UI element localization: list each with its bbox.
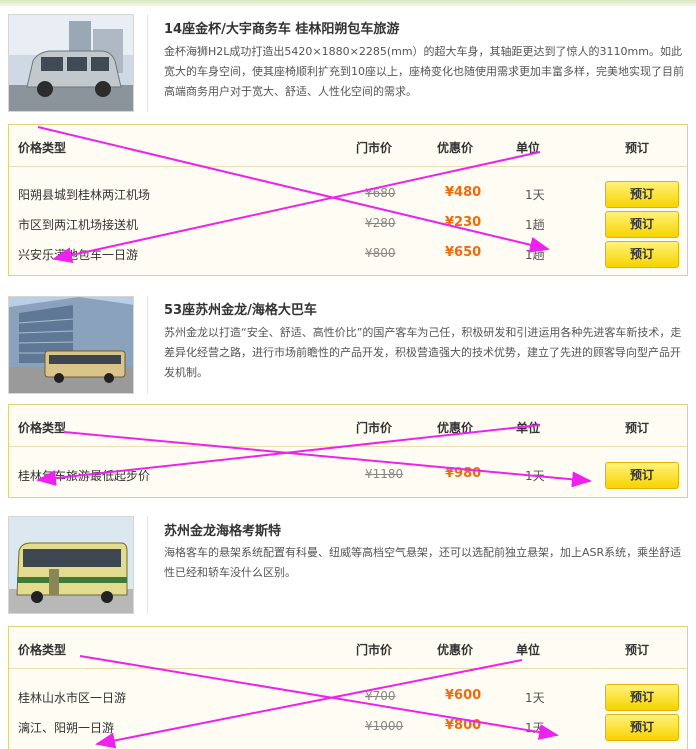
unit: 1天 bbox=[525, 469, 545, 483]
sale-price: ¥800 bbox=[445, 718, 482, 733]
divider bbox=[147, 14, 148, 112]
price-table-coach: 价格类型 门市价 优惠价 单位 预订 桂林包车旅游最低起步价 ¥1180 ¥98… bbox=[8, 404, 688, 498]
header-sale-price: 优惠价 bbox=[437, 421, 474, 435]
price-table-minivan: 价格类型 门市价 优惠价 单位 预订 阳朔县城到桂林两江机场 ¥680 ¥480… bbox=[8, 124, 688, 276]
header-book: 预订 bbox=[625, 141, 650, 155]
original-price: ¥1000 bbox=[365, 719, 404, 733]
original-price: ¥800 bbox=[365, 246, 396, 260]
book-button[interactable]: 预订 bbox=[605, 714, 679, 741]
table-row: 阳朔县城到桂林两江机场 ¥680 ¥480 1天 预订 bbox=[9, 179, 687, 209]
header-book: 预订 bbox=[625, 643, 650, 657]
header-book: 预订 bbox=[625, 421, 650, 435]
unit: 1天 bbox=[525, 691, 545, 705]
route-name: 兴安乐满地包车一日游 bbox=[18, 248, 139, 262]
vehicle-description: 苏州金龙以打造“安全、舒适、高性价比”的国产客车为己任，积极研发和引进运用各种先… bbox=[164, 326, 682, 379]
header-price-type: 价格类型 bbox=[18, 421, 67, 435]
header-unit: 单位 bbox=[516, 421, 541, 435]
original-price: ¥680 bbox=[365, 186, 396, 200]
table-row: 市区到两江机场接送机 ¥280 ¥230 1趟 预订 bbox=[9, 209, 687, 239]
price-table-header: 价格类型 门市价 优惠价 单位 预订 bbox=[9, 125, 687, 167]
header-orig-price: 门市价 bbox=[356, 141, 393, 155]
sale-price: ¥230 bbox=[445, 215, 482, 230]
route-name: 漓江、阳朔一日游 bbox=[18, 721, 115, 735]
vehicle-title[interactable]: 14座金杯/大宇商务车 桂林阳朔包车旅游 bbox=[164, 18, 399, 37]
sale-price: ¥600 bbox=[445, 688, 482, 703]
original-price: ¥700 bbox=[365, 689, 396, 703]
table-row: 兴安乐满地包车一日游 ¥800 ¥650 1趟 预订 bbox=[9, 239, 687, 269]
route-name: 桂林山水市区一日游 bbox=[18, 691, 127, 705]
top-border bbox=[0, 0, 696, 6]
sale-price: ¥650 bbox=[445, 245, 482, 260]
price-table-header: 价格类型 门市价 优惠价 单位 预订 bbox=[9, 405, 687, 447]
vehicle-title[interactable]: 53座苏州金龙/海格大巴车 bbox=[164, 299, 317, 318]
price-table-header: 价格类型 门市价 优惠价 单位 预订 bbox=[9, 627, 687, 669]
header-unit: 单位 bbox=[516, 141, 541, 155]
table-row: 桂林山水市区一日游 ¥700 ¥600 1天 预订 bbox=[9, 682, 687, 712]
vehicle-description: 海格客车的悬架系统配置有科曼、纽威等高档空气悬架，还可以选配前独立悬架，加上AS… bbox=[164, 546, 682, 579]
coach-bus-photo[interactable] bbox=[8, 296, 134, 394]
vehicle-description: 金杯海狮H2L成功打造出5420×1880×2285(mm）的超大车身，其轴距更… bbox=[164, 45, 684, 98]
book-button[interactable]: 预订 bbox=[605, 462, 679, 489]
unit: 1趟 bbox=[525, 248, 545, 262]
sale-price: ¥980 bbox=[445, 466, 482, 481]
book-button[interactable]: 预订 bbox=[605, 211, 679, 238]
unit: 1趟 bbox=[525, 218, 545, 232]
header-orig-price: 门市价 bbox=[356, 643, 393, 657]
book-button[interactable]: 预订 bbox=[605, 684, 679, 711]
original-price: ¥280 bbox=[365, 216, 396, 230]
minivan-photo[interactable] bbox=[8, 14, 134, 112]
route-name: 市区到两江机场接送机 bbox=[18, 218, 139, 232]
sale-price: ¥480 bbox=[445, 185, 482, 200]
table-row: 桂林包车旅游最低起步价 ¥1180 ¥980 1天 预订 bbox=[9, 460, 687, 490]
vehicle-title[interactable]: 苏州金龙海格考斯特 bbox=[164, 520, 281, 539]
table-row: 漓江、阳朔一日游 ¥1000 ¥800 1天 预订 bbox=[9, 712, 687, 742]
header-sale-price: 优惠价 bbox=[437, 643, 474, 657]
coaster-bus-photo[interactable] bbox=[8, 516, 134, 614]
route-name: 阳朔县城到桂林两江机场 bbox=[18, 188, 151, 202]
original-price: ¥1180 bbox=[365, 467, 404, 481]
price-table-coaster: 价格类型 门市价 优惠价 单位 预订 桂林山水市区一日游 ¥700 ¥600 1… bbox=[8, 626, 688, 749]
divider bbox=[147, 296, 148, 394]
divider bbox=[147, 516, 148, 614]
header-price-type: 价格类型 bbox=[18, 141, 67, 155]
unit: 1天 bbox=[525, 188, 545, 202]
header-unit: 单位 bbox=[516, 643, 541, 657]
book-button[interactable]: 预订 bbox=[605, 181, 679, 208]
route-name: 桂林包车旅游最低起步价 bbox=[18, 469, 151, 483]
book-button[interactable]: 预订 bbox=[605, 241, 679, 268]
header-orig-price: 门市价 bbox=[356, 421, 393, 435]
header-sale-price: 优惠价 bbox=[437, 141, 474, 155]
unit: 1天 bbox=[525, 721, 545, 735]
header-price-type: 价格类型 bbox=[18, 643, 67, 657]
